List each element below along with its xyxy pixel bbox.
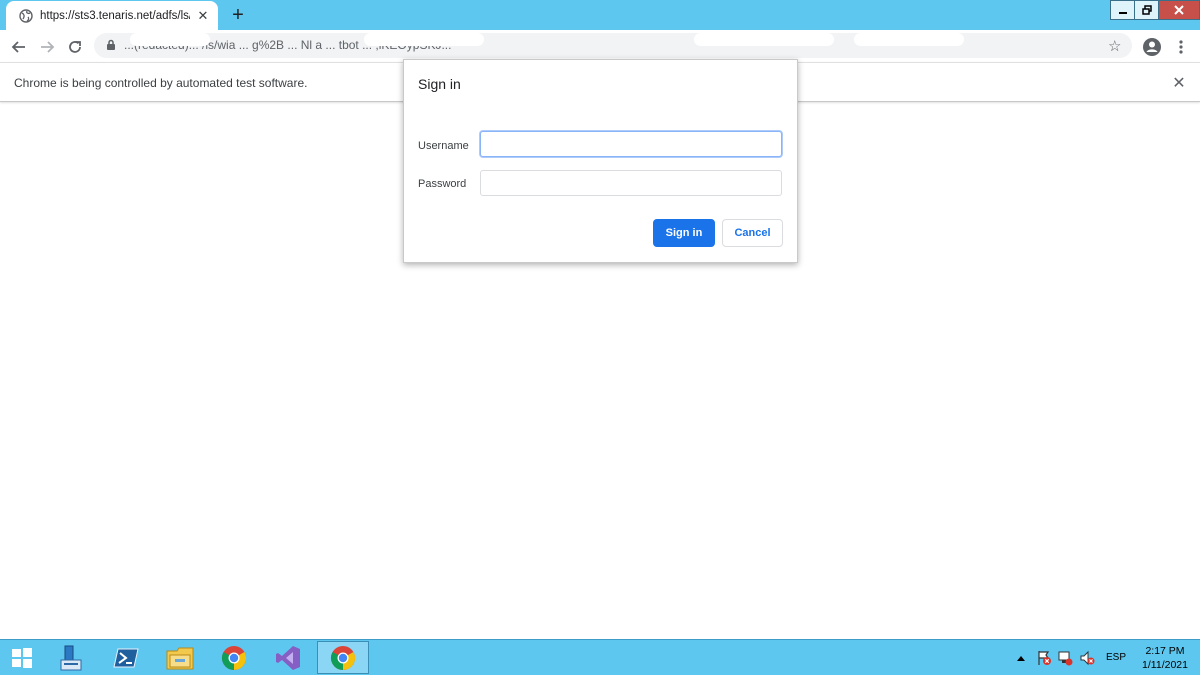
profile-button[interactable] [1141, 36, 1163, 58]
back-button[interactable] [8, 36, 30, 58]
account-circle-icon [1143, 38, 1161, 56]
new-tab-button[interactable]: + [228, 4, 248, 26]
more-vert-icon [1179, 40, 1183, 54]
globe-icon [18, 8, 34, 24]
powershell-icon [113, 648, 139, 667]
browser-tab[interactable]: https://sts3.tenaris.net/adfs/ls/wia ✕ [6, 1, 218, 30]
password-label: Password [418, 178, 467, 190]
tab-close-icon[interactable]: ✕ [196, 8, 210, 23]
redaction-scribble [694, 33, 834, 46]
browser-tab-strip: https://sts3.tenaris.net/adfs/ls/wia ✕ + [0, 0, 1200, 30]
minimize-icon [1119, 12, 1127, 14]
chrome-icon [221, 645, 247, 670]
address-bar[interactable]: ...(redacted)... /ls/wia ... g%2B ... Nl… [94, 33, 1132, 58]
windows-taskbar: ESP 2:17 PM 1/11/2021 [0, 639, 1200, 675]
speaker-muted-icon [1080, 650, 1095, 665]
taskbar-chrome[interactable] [208, 641, 260, 674]
taskbar-file-explorer[interactable] [154, 641, 206, 674]
tray-network[interactable] [1057, 640, 1073, 675]
tab-title: https://sts3.tenaris.net/adfs/ls/wia [40, 9, 190, 22]
reload-icon [69, 41, 81, 53]
password-field[interactable] [480, 170, 782, 196]
windows-logo-icon [12, 647, 32, 668]
username-field[interactable] [480, 131, 782, 157]
bookmark-star-icon[interactable]: ☆ [1108, 37, 1121, 55]
taskbar-powershell[interactable] [100, 641, 152, 674]
tray-action-center[interactable] [1036, 640, 1052, 675]
clock-date: 1/11/2021 [1142, 659, 1188, 671]
restore-button[interactable] [1134, 0, 1160, 20]
tray-volume[interactable] [1079, 640, 1095, 675]
sign-in-button[interactable]: Sign in [653, 219, 715, 247]
minimize-button[interactable] [1110, 0, 1136, 20]
chrome-icon [330, 645, 356, 670]
tray-overflow-button[interactable] [1016, 640, 1026, 675]
infobar-message: Chrome is being controlled by automated … [14, 76, 308, 90]
redaction-scribble [854, 33, 964, 46]
restore-icon [1142, 5, 1152, 15]
start-button[interactable] [0, 641, 44, 674]
dialog-title: Sign in [418, 76, 461, 92]
sign-in-dialog: Sign in Username Password Sign in Cancel [403, 59, 798, 263]
forward-button[interactable] [36, 36, 58, 58]
cancel-button[interactable]: Cancel [722, 219, 783, 247]
folder-icon [166, 647, 194, 669]
taskbar-chrome-active[interactable] [317, 641, 369, 674]
reload-button[interactable] [64, 36, 86, 58]
forward-arrow-icon [41, 41, 55, 53]
flag-alert-icon [1038, 650, 1051, 665]
redaction-scribble [130, 33, 210, 46]
server-manager-icon [60, 645, 82, 670]
system-clock[interactable]: 2:17 PM 1/11/2021 [1132, 644, 1198, 672]
close-icon [1174, 5, 1184, 15]
taskbar-visual-studio[interactable] [262, 641, 314, 674]
input-language[interactable]: ESP [1106, 652, 1126, 663]
infobar-close-icon[interactable]: ✕ [1171, 73, 1187, 92]
back-arrow-icon [11, 41, 25, 53]
chevron-up-icon [1017, 655, 1025, 661]
taskbar-server-manager[interactable] [45, 641, 97, 674]
window-close-button[interactable] [1158, 0, 1200, 20]
username-label: Username [418, 140, 469, 152]
redaction-scribble [364, 33, 484, 46]
network-icon [1058, 651, 1073, 665]
visual-studio-icon [276, 645, 300, 670]
clock-time: 2:17 PM [1145, 645, 1185, 657]
chrome-menu-button[interactable] [1170, 36, 1192, 58]
lock-icon [106, 39, 116, 54]
